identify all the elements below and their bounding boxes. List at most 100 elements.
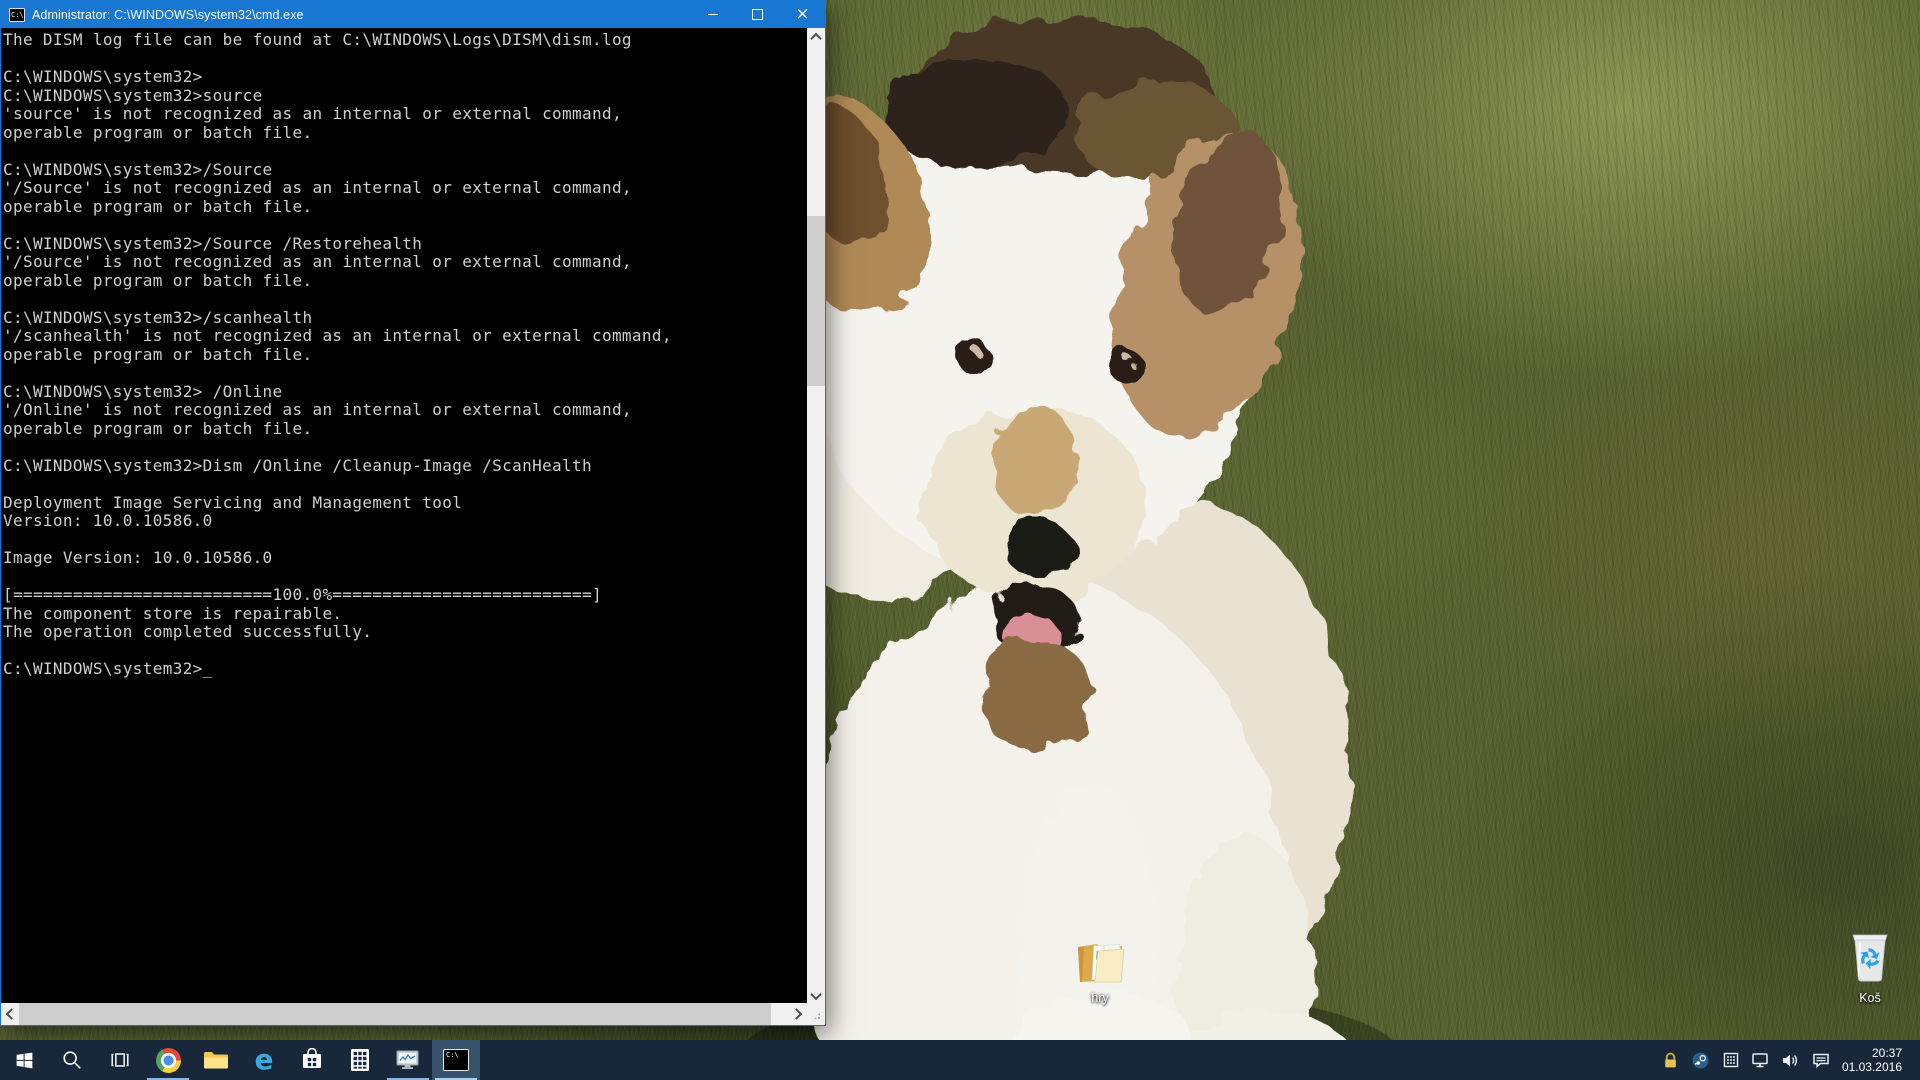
lock-icon (1662, 1052, 1679, 1069)
console-line: Version: 10.0.10586.0 (3, 512, 807, 531)
tray-time: 20:37 (1842, 1046, 1902, 1061)
console-line (3, 50, 807, 69)
system-monitor-icon (395, 1048, 421, 1072)
file-explorer-icon (203, 1048, 229, 1072)
horizontal-scrollbar-thumb[interactable] (19, 1003, 771, 1025)
console-line: The operation completed successfully. (3, 623, 807, 642)
close-button[interactable]: × (780, 1, 825, 28)
desktop-icon-recycle-bin[interactable]: Koš (1828, 930, 1912, 1005)
console-line (3, 142, 807, 161)
console-line: C:\WINDOWS\system32>_ (3, 660, 807, 679)
console-line: '/scanhealth' is not recognized as an in… (3, 327, 807, 346)
volume-icon (1781, 1052, 1800, 1069)
console-line (3, 642, 807, 661)
recycle-bin-icon (1847, 930, 1893, 984)
console-line (3, 531, 807, 550)
action-center-icon (1812, 1052, 1830, 1069)
vertical-scrollbar[interactable] (807, 28, 825, 1004)
chevron-up-icon (810, 32, 821, 43)
scroll-right-button[interactable] (789, 1003, 807, 1025)
chevron-left-icon (6, 1008, 17, 1019)
scroll-down-button[interactable] (807, 987, 825, 1004)
taskbar-empty-area (480, 1040, 1656, 1080)
folder-icon (1074, 938, 1126, 984)
maximize-button[interactable] (735, 1, 780, 28)
console-line (3, 364, 807, 383)
console-viewport[interactable]: The DISM log file can be found at C:\WIN… (1, 28, 807, 1004)
vertical-scrollbar-thumb[interactable] (807, 216, 825, 386)
steam-icon (1692, 1052, 1709, 1069)
console-line: C:\WINDOWS\system32>source (3, 87, 807, 106)
console-line (3, 438, 807, 457)
console-line: '/Source' is not recognized as an intern… (3, 179, 807, 198)
minimize-icon (708, 14, 718, 15)
scroll-left-button[interactable] (1, 1003, 19, 1025)
search-button[interactable] (48, 1040, 96, 1080)
horizontal-scrollbar[interactable] (1, 1003, 807, 1025)
resize-grip[interactable] (807, 1003, 825, 1025)
console-line: operable program or batch file. (3, 198, 807, 217)
console-line: '/Source' is not recognized as an intern… (3, 253, 807, 272)
taskbar-system-monitor-button[interactable] (384, 1040, 432, 1080)
titlebar[interactable]: C:\ Administrator: C:\WINDOWS\system32\c… (1, 1, 825, 28)
console-line: The component store is repairable. (3, 605, 807, 624)
console-line: Deployment Image Servicing and Managemen… (3, 494, 807, 513)
tray-clock[interactable]: 20:37 01.03.2016 (1836, 1046, 1912, 1075)
desktop-icon-label: Koš (1828, 991, 1912, 1005)
lock-tray-button[interactable] (1656, 1040, 1686, 1080)
console-line: C:\WINDOWS\system32>/Source (3, 161, 807, 180)
console-line: operable program or batch file. (3, 346, 807, 365)
task-view-button[interactable] (96, 1040, 144, 1080)
system-tray: 20:37 01.03.2016 (1656, 1040, 1920, 1080)
cmd-icon: C:\ (9, 8, 25, 22)
console-line: Image Version: 10.0.10586.0 (3, 549, 807, 568)
console-line: C:\WINDOWS\system32>/Source /Restoreheal… (3, 235, 807, 254)
cmd-window: C:\ Administrator: C:\WINDOWS\system32\c… (0, 0, 826, 1026)
network-tray-button[interactable] (1746, 1040, 1776, 1080)
close-icon: × (795, 6, 809, 23)
desktop: hry Koš C:\ Administrator: C:\WINDOWS\sy… (0, 0, 1920, 1080)
volume-tray-button[interactable] (1776, 1040, 1806, 1080)
taskbar-store-button[interactable] (288, 1040, 336, 1080)
console-line: 'source' is not recognized as an interna… (3, 105, 807, 124)
desktop-icon-hry[interactable]: hry (1058, 938, 1142, 1005)
console-line (3, 475, 807, 494)
window-title: Administrator: C:\WINDOWS\system32\cmd.e… (32, 8, 690, 22)
tray-date: 01.03.2016 (1842, 1060, 1902, 1075)
minimize-button[interactable] (690, 1, 735, 28)
edge-icon: e (255, 1046, 274, 1074)
console-line: C:\WINDOWS\system32>/scanhealth (3, 309, 807, 328)
console-line: '/Online' is not recognized as an intern… (3, 401, 807, 420)
console-line (3, 568, 807, 587)
task-view-icon (108, 1049, 132, 1071)
taskbar-cmd-button[interactable]: C:\ (432, 1040, 480, 1080)
taskbar-file-explorer-button[interactable] (192, 1040, 240, 1080)
console-line: [==========================100.0%=======… (3, 586, 807, 605)
network-icon (1751, 1052, 1770, 1069)
console-line: C:\WINDOWS\system32>Dism /Online /Cleanu… (3, 457, 807, 476)
search-icon (61, 1049, 83, 1071)
store-icon (301, 1048, 323, 1072)
cmd-icon: C:\ (443, 1049, 469, 1071)
grid-icon (1723, 1052, 1739, 1068)
grid-tray-button[interactable] (1716, 1040, 1746, 1080)
start-button[interactable] (0, 1040, 48, 1080)
taskbar: e (0, 1040, 1920, 1080)
steam-tray-button[interactable] (1686, 1040, 1716, 1080)
taskbar-calculator-button[interactable] (336, 1040, 384, 1080)
maximize-icon (752, 9, 763, 20)
taskbar-chrome-button[interactable] (144, 1040, 192, 1080)
console-line (3, 290, 807, 309)
chevron-right-icon (791, 1008, 802, 1019)
desktop-icon-label: hry (1058, 991, 1142, 1005)
action-center-tray-button[interactable] (1806, 1040, 1836, 1080)
console-line: operable program or batch file. (3, 272, 807, 291)
scroll-up-button[interactable] (807, 28, 825, 45)
taskbar-edge-button[interactable]: e (240, 1040, 288, 1080)
chrome-icon (156, 1048, 181, 1073)
console-line: The DISM log file can be found at C:\WIN… (3, 31, 807, 50)
console-line (3, 216, 807, 235)
console-line: operable program or batch file. (3, 124, 807, 143)
console-line: operable program or batch file. (3, 420, 807, 439)
console-line: C:\WINDOWS\system32> /Online (3, 383, 807, 402)
